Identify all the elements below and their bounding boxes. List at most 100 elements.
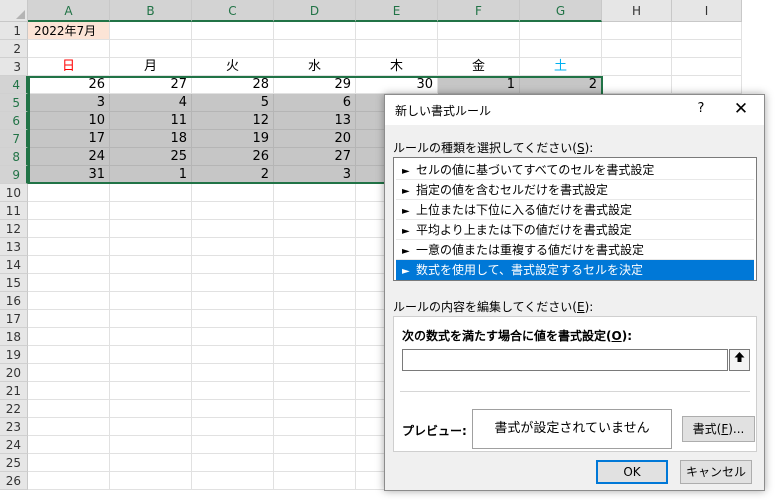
weekday-header-cell[interactable]: 木 — [356, 58, 438, 76]
empty-cell[interactable] — [274, 256, 356, 274]
empty-cell[interactable] — [110, 238, 192, 256]
calendar-day-cell[interactable]: 26 — [192, 148, 274, 166]
column-header-h[interactable]: H — [602, 0, 672, 22]
empty-cell[interactable] — [192, 22, 274, 40]
close-icon[interactable]: ✕ — [729, 98, 753, 120]
empty-cell[interactable] — [110, 310, 192, 328]
empty-cell[interactable] — [672, 40, 742, 58]
empty-cell[interactable] — [110, 292, 192, 310]
empty-cell[interactable] — [28, 436, 110, 454]
empty-cell[interactable] — [274, 274, 356, 292]
dialog-titlebar[interactable]: 新しい書式ルール ? ✕ — [385, 95, 764, 125]
empty-cell[interactable] — [192, 292, 274, 310]
empty-cell[interactable] — [28, 274, 110, 292]
calendar-day-cell[interactable]: 29 — [274, 76, 356, 94]
row-header-1[interactable]: 1 — [0, 22, 28, 40]
empty-cell[interactable] — [274, 292, 356, 310]
calendar-day-cell[interactable]: 1 — [438, 76, 520, 94]
calendar-day-cell[interactable]: 4 — [110, 94, 192, 112]
weekday-header-cell[interactable]: 火 — [192, 58, 274, 76]
rule-type-item[interactable]: ► 一意の値または重複する値だけを書式設定 — [396, 240, 754, 260]
empty-cell[interactable] — [110, 364, 192, 382]
empty-cell[interactable] — [192, 364, 274, 382]
calendar-day-cell[interactable]: 31 — [28, 166, 110, 184]
title-cell[interactable]: 2022年7月 — [28, 22, 110, 40]
empty-cell[interactable] — [274, 472, 356, 490]
empty-cell[interactable] — [110, 184, 192, 202]
calendar-day-cell[interactable]: 17 — [28, 130, 110, 148]
calendar-day-cell[interactable]: 2 — [520, 76, 602, 94]
row-header-22[interactable]: 22 — [0, 400, 28, 418]
row-header-9[interactable]: 9 — [0, 166, 28, 184]
empty-cell[interactable] — [28, 256, 110, 274]
column-header-b[interactable]: B — [110, 0, 192, 22]
weekday-header-cell[interactable]: 水 — [274, 58, 356, 76]
empty-cell[interactable] — [192, 238, 274, 256]
empty-cell[interactable] — [192, 328, 274, 346]
empty-cell[interactable] — [28, 418, 110, 436]
row-header-7[interactable]: 7 — [0, 130, 28, 148]
empty-cell[interactable] — [28, 310, 110, 328]
weekday-header-cell[interactable]: 月 — [110, 58, 192, 76]
weekday-header-cell[interactable]: 金 — [438, 58, 520, 76]
empty-cell[interactable] — [274, 418, 356, 436]
empty-cell[interactable] — [28, 364, 110, 382]
empty-cell[interactable] — [274, 346, 356, 364]
empty-cell[interactable] — [28, 238, 110, 256]
row-header-16[interactable]: 16 — [0, 292, 28, 310]
empty-cell[interactable] — [110, 22, 192, 40]
empty-cell[interactable] — [274, 454, 356, 472]
empty-cell[interactable] — [192, 472, 274, 490]
cancel-button[interactable]: キャンセル — [680, 460, 752, 484]
help-icon[interactable]: ? — [690, 98, 712, 120]
calendar-day-cell[interactable]: 20 — [274, 130, 356, 148]
empty-cell[interactable] — [602, 76, 672, 94]
empty-cell[interactable] — [274, 364, 356, 382]
row-header-2[interactable]: 2 — [0, 40, 28, 58]
empty-cell[interactable] — [110, 472, 192, 490]
empty-cell[interactable] — [602, 40, 672, 58]
empty-cell[interactable] — [274, 328, 356, 346]
rule-type-item[interactable]: ► 指定の値を含むセルだけを書式設定 — [396, 180, 754, 200]
empty-cell[interactable] — [110, 346, 192, 364]
empty-cell[interactable] — [672, 22, 742, 40]
column-header-a[interactable]: A — [28, 0, 110, 22]
calendar-day-cell[interactable]: 19 — [192, 130, 274, 148]
empty-cell[interactable] — [28, 472, 110, 490]
empty-cell[interactable] — [274, 400, 356, 418]
empty-cell[interactable] — [110, 418, 192, 436]
empty-cell[interactable] — [28, 328, 110, 346]
empty-cell[interactable] — [28, 220, 110, 238]
calendar-day-cell[interactable]: 27 — [110, 76, 192, 94]
row-header-26[interactable]: 26 — [0, 472, 28, 490]
column-header-d[interactable]: D — [274, 0, 356, 22]
empty-cell[interactable] — [356, 40, 438, 58]
empty-cell[interactable] — [110, 40, 192, 58]
empty-cell[interactable] — [28, 292, 110, 310]
empty-cell[interactable] — [520, 22, 602, 40]
empty-cell[interactable] — [274, 436, 356, 454]
empty-cell[interactable] — [274, 22, 356, 40]
format-button[interactable]: 書式(F)... — [682, 416, 755, 442]
empty-cell[interactable] — [28, 400, 110, 418]
empty-cell[interactable] — [28, 382, 110, 400]
empty-cell[interactable] — [274, 220, 356, 238]
empty-cell[interactable] — [192, 202, 274, 220]
rule-type-item[interactable]: ► 上位または下位に入る値だけを書式設定 — [396, 200, 754, 220]
row-header-20[interactable]: 20 — [0, 364, 28, 382]
row-header-11[interactable]: 11 — [0, 202, 28, 220]
calendar-day-cell[interactable]: 3 — [28, 94, 110, 112]
rule-type-item[interactable]: ► 数式を使用して、書式設定するセルを決定 — [396, 260, 754, 280]
calendar-day-cell[interactable]: 24 — [28, 148, 110, 166]
empty-cell[interactable] — [110, 328, 192, 346]
empty-cell[interactable] — [110, 256, 192, 274]
empty-cell[interactable] — [192, 382, 274, 400]
empty-cell[interactable] — [192, 40, 274, 58]
empty-cell[interactable] — [192, 256, 274, 274]
empty-cell[interactable] — [192, 184, 274, 202]
empty-cell[interactable] — [274, 202, 356, 220]
select-all-corner[interactable] — [0, 0, 28, 22]
rule-type-item[interactable]: ► 平均より上または下の値だけを書式設定 — [396, 220, 754, 240]
column-header-g[interactable]: G — [520, 0, 602, 22]
row-header-10[interactable]: 10 — [0, 184, 28, 202]
